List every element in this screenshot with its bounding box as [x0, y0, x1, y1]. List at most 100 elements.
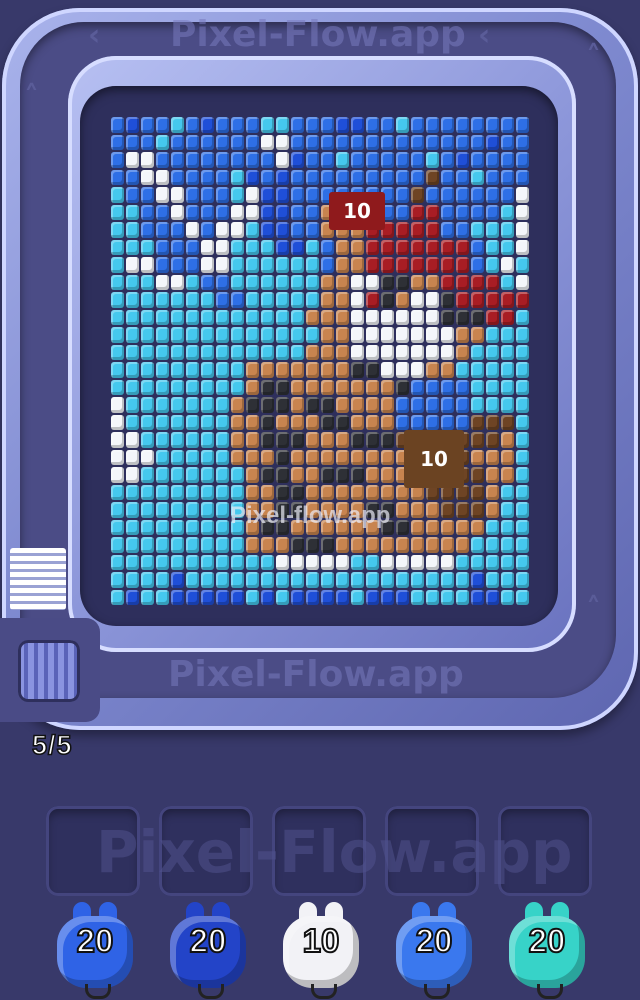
pixel-block: [456, 362, 469, 378]
pixel-block: [381, 117, 394, 133]
pixel-block: [336, 537, 349, 553]
pixel-block: [126, 554, 139, 570]
chevron-up-icon: ˄: [586, 592, 601, 627]
pixel-block: [111, 152, 124, 168]
pixel-block: [216, 414, 229, 430]
pixel-block: [426, 257, 439, 273]
shooter-ammo-count: 20: [189, 921, 228, 960]
pixel-block: [336, 239, 349, 255]
pixel-block: [501, 397, 514, 413]
pixel-block: [441, 274, 454, 290]
shooter-4[interactable]: 20: [396, 902, 472, 999]
pixel-block: [261, 169, 274, 185]
pixel-block: [141, 152, 154, 168]
pixel-block: [171, 572, 184, 588]
pixel-block: [471, 414, 484, 430]
pixel-block: [366, 274, 379, 290]
pixel-block: [486, 239, 499, 255]
pixel-block: [111, 327, 124, 343]
pixel-block: [336, 169, 349, 185]
shooter-ammo-count: 10: [302, 921, 341, 960]
pixel-block: [411, 362, 424, 378]
pixel-block: [156, 274, 169, 290]
pixel-block: [246, 379, 259, 395]
pixel-block: [516, 169, 529, 185]
pixel-block: [426, 152, 439, 168]
pixel-block: [321, 397, 334, 413]
shooter-2[interactable]: 20: [170, 902, 246, 999]
pixel-block: [246, 257, 259, 273]
pixel-block: [471, 327, 484, 343]
pixel-block: [486, 537, 499, 553]
pixel-block: [216, 134, 229, 150]
pixel-block: [486, 554, 499, 570]
pixel-block: [501, 204, 514, 220]
pixel-block: [246, 134, 259, 150]
track-watermark-top: Pixel-Flow.app: [170, 14, 466, 55]
pixel-block: [186, 309, 199, 325]
pixel-block: [246, 467, 259, 483]
pixel-block: [516, 344, 529, 360]
pixel-block: [501, 274, 514, 290]
pixel-block: [381, 134, 394, 150]
shooter-1[interactable]: 20: [57, 902, 133, 999]
pixel-block: [471, 589, 484, 605]
pixel-block: [381, 589, 394, 605]
pixel-block: [171, 397, 184, 413]
pixel-block: [486, 187, 499, 203]
pixel-block: [156, 327, 169, 343]
pixel-block: [171, 589, 184, 605]
pixel-block: [441, 134, 454, 150]
pixel-block: [396, 187, 409, 203]
pixel-block: [441, 117, 454, 133]
pixel-block: [381, 239, 394, 255]
pixel-block: [471, 449, 484, 465]
pixel-block: [216, 239, 229, 255]
pixel-block: [306, 572, 319, 588]
pixel-block: [351, 432, 364, 448]
pixel-block: [351, 397, 364, 413]
pixel-block: [141, 187, 154, 203]
pixel-block: [501, 484, 514, 500]
pixel-block: [321, 344, 334, 360]
pixel-block: [171, 257, 184, 273]
pixel-block: [321, 274, 334, 290]
pixel-block: [246, 572, 259, 588]
pixel-block: [411, 344, 424, 360]
pixel-block: [306, 554, 319, 570]
pixel-block: [426, 379, 439, 395]
shooter-5[interactable]: 20: [509, 902, 585, 999]
pixel-block: [276, 169, 289, 185]
pixel-block: [366, 309, 379, 325]
pixel-block: [516, 467, 529, 483]
pixel-block: [306, 187, 319, 203]
pixel-block: [516, 134, 529, 150]
pixel-block: [231, 274, 244, 290]
pixel-block: [501, 117, 514, 133]
pixel-block: [351, 344, 364, 360]
pixel-block: [366, 537, 379, 553]
pixel-block: [501, 362, 514, 378]
pixel-block: [456, 274, 469, 290]
pixel-block: [396, 344, 409, 360]
pixel-block: [261, 397, 274, 413]
pixel-block: [366, 572, 379, 588]
pixel-block: [111, 502, 124, 518]
shooter-3[interactable]: 10: [283, 902, 359, 999]
pixel-block: [186, 432, 199, 448]
pixel-block: [141, 239, 154, 255]
pixel-block: [261, 432, 274, 448]
pixel-block: [501, 502, 514, 518]
pixel-block: [201, 519, 214, 535]
pixel-block: [111, 554, 124, 570]
pixel-block: [426, 274, 439, 290]
pixel-block: [141, 467, 154, 483]
pixel-block: [126, 134, 139, 150]
pixel-block: [216, 274, 229, 290]
pixel-block: [141, 309, 154, 325]
pixel-block: [126, 344, 139, 360]
pixel-block: [336, 152, 349, 168]
pixel-block: [126, 484, 139, 500]
pixel-block: [156, 239, 169, 255]
pixel-block: [111, 362, 124, 378]
